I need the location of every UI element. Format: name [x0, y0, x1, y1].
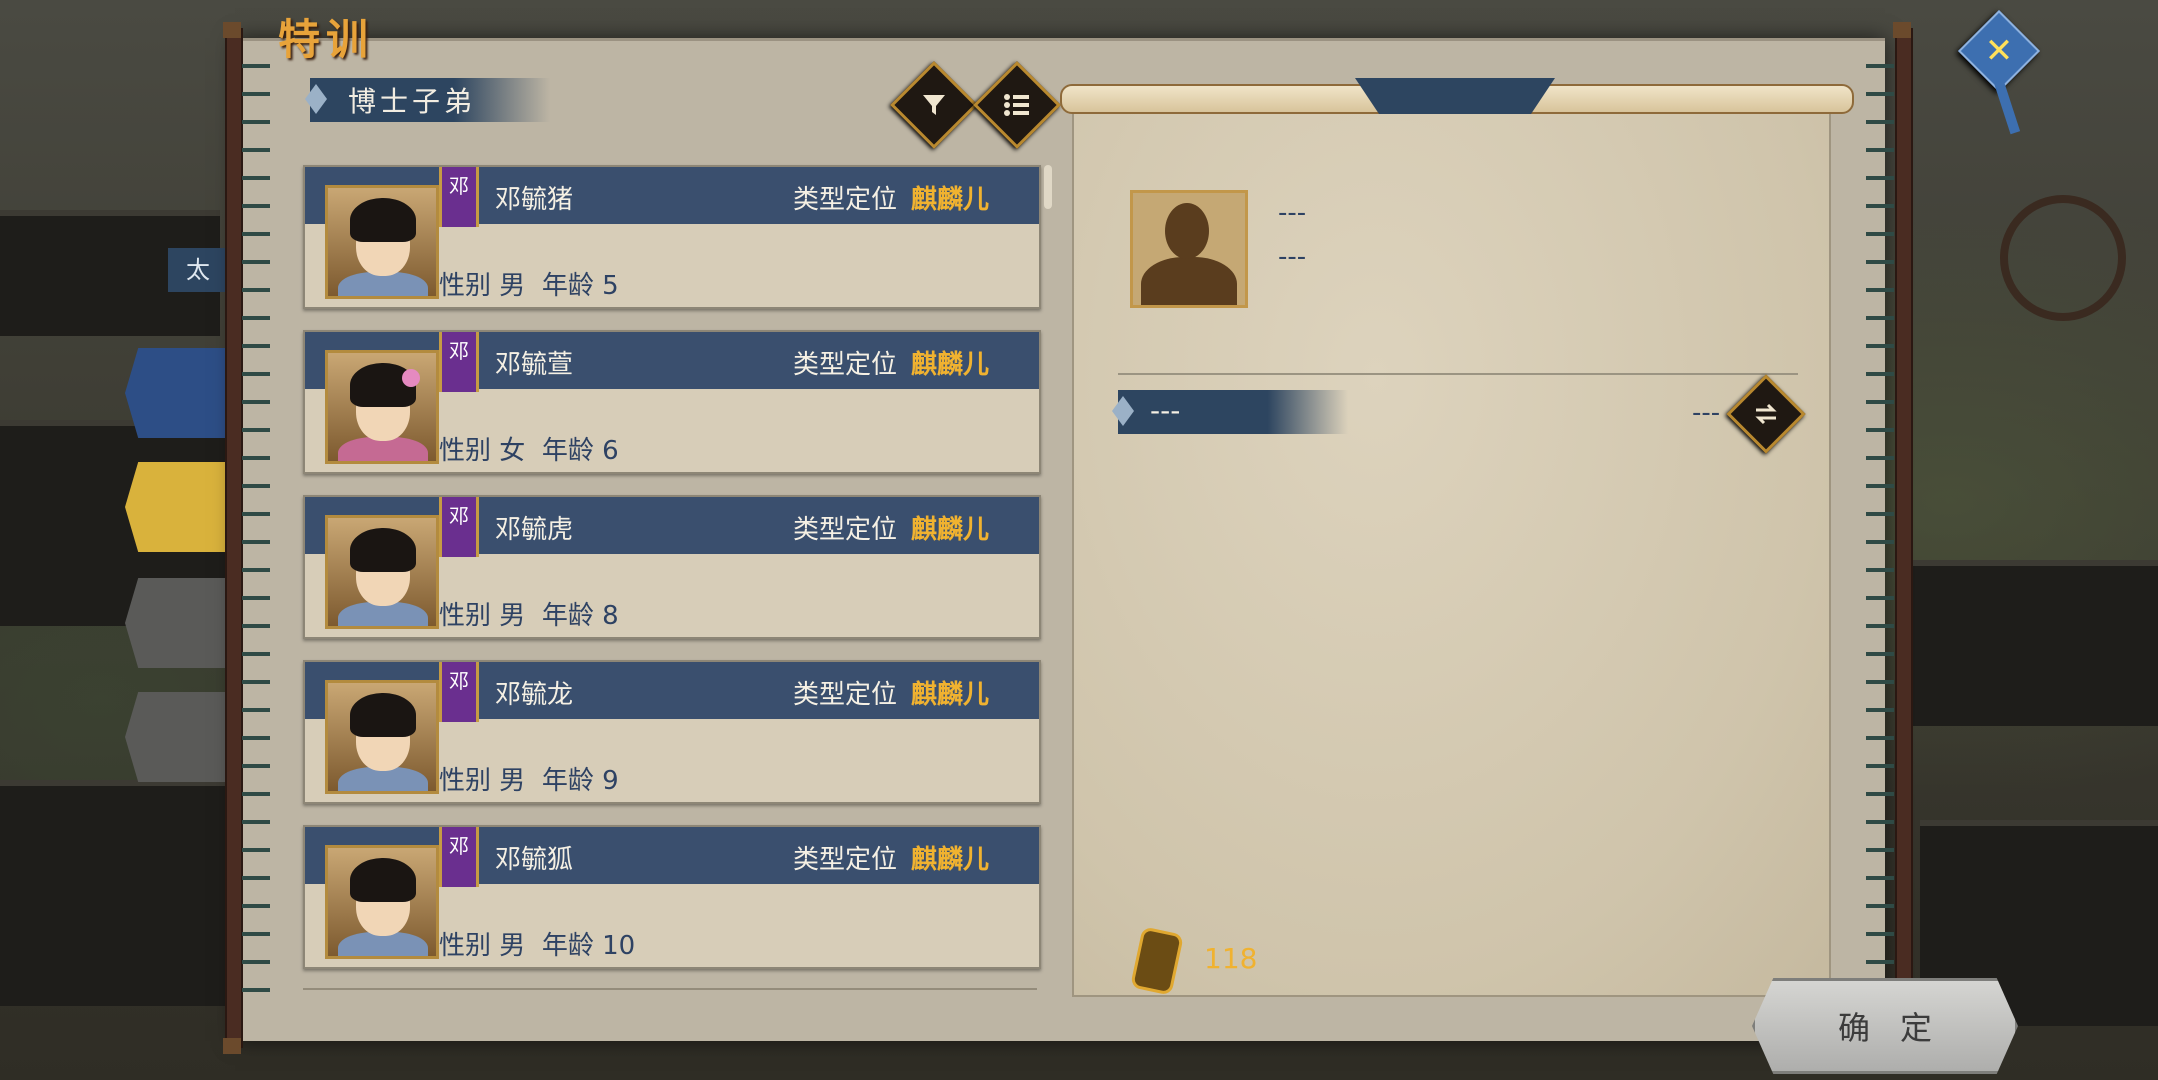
child-info: 性别 男 年龄 9	[439, 760, 619, 797]
bg-waterwheel	[2000, 195, 2126, 321]
list-bottom-divider	[303, 988, 1037, 990]
detail-line-2: ---	[1278, 242, 1307, 272]
age-value: 6	[602, 436, 619, 466]
child-name: 邓毓虎	[495, 515, 574, 545]
clan-badge: 邓	[439, 827, 479, 887]
child-name: 邓毓猪	[495, 185, 574, 215]
bg-building	[0, 780, 240, 1006]
gender-value: 男	[499, 766, 526, 796]
child-info: 性别 男 年龄 5	[439, 265, 619, 302]
silhouette-head	[1165, 203, 1209, 259]
scroll-badge	[1355, 78, 1555, 114]
type-value: 麒麟儿	[911, 185, 990, 215]
swap-icon	[1741, 389, 1791, 439]
list-item[interactable]: 邓 邓毓虎 类型定位 麒麟儿 性别 男 年龄 8	[303, 495, 1041, 639]
detail-avatar	[1130, 190, 1248, 308]
list-item[interactable]: 邓 邓毓狐 类型定位 麒麟儿 性别 男 年龄 10	[303, 825, 1041, 969]
page-title: 特训	[278, 15, 375, 64]
age-value: 10	[602, 931, 636, 961]
side-label: 太	[168, 248, 228, 292]
type-value: 麒麟儿	[911, 845, 990, 875]
type-label: 类型定位	[793, 185, 898, 215]
child-info: 性别 男 年龄 10	[439, 925, 635, 962]
list-item[interactable]: 邓 邓毓猪 类型定位 麒麟儿 性别 男 年龄 5	[303, 165, 1041, 309]
left-chain	[242, 50, 270, 1010]
section-label: ---	[1150, 394, 1181, 427]
type-label: 类型定位	[793, 680, 898, 710]
type-value: 麒麟儿	[911, 515, 990, 545]
gender-value: 女	[499, 436, 526, 466]
side-tab-4[interactable]	[125, 692, 235, 782]
right-chain	[1866, 50, 1894, 1010]
silhouette-body	[1141, 257, 1237, 305]
age-label: 年龄	[541, 271, 594, 301]
gender-label: 性别	[439, 436, 492, 466]
avatar	[325, 515, 439, 629]
clan-badge: 邓	[439, 332, 479, 392]
bg-building	[1900, 560, 2158, 726]
avatar-robe	[338, 932, 428, 956]
avatar-robe	[338, 602, 428, 626]
gender-value: 男	[499, 931, 526, 961]
age-label: 年龄	[541, 766, 594, 796]
avatar	[325, 845, 439, 959]
age-value: 8	[602, 601, 619, 631]
avatar-robe	[338, 272, 428, 296]
type-label: 类型定位	[793, 515, 898, 545]
clan-badge: 邓	[439, 662, 479, 722]
gender-label: 性别	[439, 271, 492, 301]
avatar	[325, 680, 439, 794]
list-item[interactable]: 邓 邓毓萱 类型定位 麒麟儿 性别 女 年龄 6	[303, 330, 1041, 474]
avatar	[325, 350, 439, 464]
flower-icon	[402, 369, 420, 387]
avatar-hair	[350, 198, 416, 242]
confirm-button[interactable]: 确定	[1752, 978, 2018, 1074]
avatar-hair	[350, 528, 416, 572]
gender-value: 男	[499, 601, 526, 631]
confirm-label: 确定	[1837, 1009, 1962, 1047]
side-tab-3[interactable]	[125, 578, 235, 668]
list-icon	[989, 77, 1045, 133]
age-value: 5	[602, 271, 619, 301]
clan-badge: 邓	[439, 167, 479, 227]
left-rail	[223, 22, 243, 1054]
detail-divider	[1118, 373, 1798, 375]
type-value: 麒麟儿	[911, 350, 990, 380]
close-icon: ✕	[1984, 31, 2014, 71]
age-label: 年龄	[541, 436, 594, 466]
age-label: 年龄	[541, 601, 594, 631]
side-tab-1[interactable]	[125, 348, 235, 438]
gender-value: 男	[499, 271, 526, 301]
gender-label: 性别	[439, 601, 492, 631]
detail-line-1: ---	[1278, 198, 1307, 228]
gender-label: 性别	[439, 931, 492, 961]
child-name: 邓毓萱	[495, 350, 574, 380]
age-label: 年龄	[541, 931, 594, 961]
list-scrollbar[interactable]	[1044, 165, 1052, 209]
side-tab-2[interactable]	[125, 462, 235, 552]
list-heading: 博士子弟	[348, 85, 477, 118]
avatar-robe	[338, 437, 428, 461]
filter-icon	[906, 77, 962, 133]
list-item[interactable]: 邓 邓毓龙 类型定位 麒麟儿 性别 男 年龄 9	[303, 660, 1041, 804]
child-info: 性别 男 年龄 8	[439, 595, 619, 632]
type-value: 麒麟儿	[911, 680, 990, 710]
child-name: 邓毓狐	[495, 845, 574, 875]
type-label: 类型定位	[793, 845, 898, 875]
avatar-hair	[350, 858, 416, 902]
child-info: 性别 女 年龄 6	[439, 430, 619, 467]
avatar	[325, 185, 439, 299]
gender-label: 性别	[439, 766, 492, 796]
child-name: 邓毓龙	[495, 680, 574, 710]
age-value: 9	[602, 766, 619, 796]
token-count: 118	[1204, 942, 1258, 975]
clan-badge: 邓	[439, 497, 479, 557]
section-value: ---	[1692, 398, 1721, 428]
avatar-hair	[350, 693, 416, 737]
right-rail	[1893, 22, 1913, 1054]
avatar-robe	[338, 767, 428, 791]
type-label: 类型定位	[793, 350, 898, 380]
